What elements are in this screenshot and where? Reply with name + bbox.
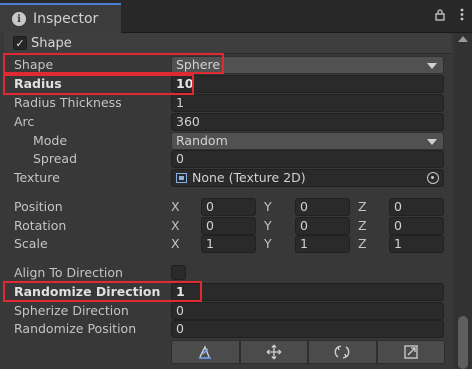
position-y-input[interactable]: 0: [295, 198, 350, 216]
rotation-z-label: Z: [358, 218, 367, 233]
row-texture: Texture None (Texture 2D): [0, 169, 454, 188]
kebab-menu-icon[interactable]: [460, 8, 464, 25]
scale-button[interactable]: [376, 340, 445, 364]
shape-module-title: Shape: [31, 35, 72, 51]
info-icon: i: [12, 12, 26, 26]
scale-z-label: Z: [358, 236, 367, 251]
scale-y-input[interactable]: 1: [295, 235, 350, 253]
scale-label: Scale: [14, 236, 48, 251]
radius-thickness-input[interactable]: 1: [171, 94, 444, 112]
randomize-position-input[interactable]: 0: [171, 320, 444, 338]
radius-thickness-value: 1: [176, 95, 184, 110]
shape-value: Sphere: [176, 57, 221, 72]
shape-module-checkbox[interactable]: ✓: [13, 36, 27, 50]
row-shape: Shape Sphere: [0, 56, 454, 75]
move-icon: [266, 344, 282, 360]
randomize-direction-input[interactable]: 1: [171, 283, 444, 301]
spread-input[interactable]: 0: [171, 150, 444, 168]
scale-y-label: Y: [264, 236, 272, 251]
texture-label: Texture: [14, 170, 60, 185]
position-y-label: Y: [264, 199, 272, 214]
position-z-label: Z: [358, 199, 367, 214]
tab-title: Inspector: [33, 11, 99, 27]
chevron-down-icon: [427, 139, 437, 145]
shape-gizmo-toolbar: [171, 340, 445, 364]
scale-x-label: X: [171, 236, 180, 251]
randomize-position-value: 0: [176, 321, 184, 336]
scale-icon: [404, 345, 418, 359]
scrollbar-thumb[interactable]: [458, 316, 468, 369]
position-x-label: X: [171, 199, 180, 214]
row-spherize-direction: Spherize Direction 0: [0, 302, 454, 321]
tab-icons: [434, 8, 464, 25]
object-picker-icon[interactable]: [427, 172, 439, 184]
edit-shape-button[interactable]: [171, 340, 240, 364]
texture-icon: [176, 173, 187, 183]
arc-value: 360: [176, 114, 200, 129]
rotation-y-label: Y: [264, 218, 272, 233]
randomize-direction-value: 1: [176, 284, 185, 299]
align-to-direction-label: Align To Direction: [14, 265, 123, 280]
tab-bar: i Inspector: [0, 0, 472, 33]
scale-x-input[interactable]: 1: [201, 235, 256, 253]
row-radius: Radius 10: [0, 75, 454, 94]
row-align-to-direction: Align To Direction: [0, 264, 454, 283]
tab-inspector[interactable]: i Inspector: [0, 3, 121, 33]
radius-thickness-label: Radius Thickness: [14, 95, 122, 110]
radius-input[interactable]: 10: [171, 75, 444, 93]
row-randomize-direction: Randomize Direction 1: [0, 283, 454, 302]
position-x-input[interactable]: 0: [201, 198, 256, 216]
row-spread: Spread 0: [0, 150, 454, 169]
chevron-down-icon: [427, 63, 437, 69]
spread-value: 0: [176, 151, 184, 166]
vertical-scrollbar[interactable]: [454, 33, 472, 369]
scroll-up-icon[interactable]: [458, 36, 468, 42]
row-randomize-position: Randomize Position 0: [0, 320, 454, 339]
rotate-icon: [334, 345, 350, 359]
position-z-input[interactable]: 0: [389, 198, 444, 216]
row-mode: Mode Random: [0, 132, 454, 151]
shape-label: Shape: [14, 57, 54, 72]
spread-label: Spread: [33, 151, 78, 166]
arc-input[interactable]: 360: [171, 113, 444, 131]
rotation-x-label: X: [171, 218, 180, 233]
mode-label: Mode: [33, 133, 68, 148]
mode-dropdown[interactable]: Random: [171, 132, 444, 150]
rotation-label: Rotation: [14, 218, 67, 233]
row-position: Position X 0 Y 0 Z 0: [0, 198, 454, 217]
spherize-direction-input[interactable]: 0: [171, 302, 444, 320]
lock-icon[interactable]: [434, 8, 446, 25]
rotation-z-input[interactable]: 0: [389, 217, 444, 235]
rotation-x-input[interactable]: 0: [201, 217, 256, 235]
randomize-position-label: Randomize Position: [14, 321, 137, 336]
row-rotation: Rotation X 0 Y 0 Z 0: [0, 217, 454, 236]
radius-value: 10: [176, 76, 194, 91]
scale-z-input[interactable]: 1: [389, 235, 444, 253]
spherize-direction-value: 0: [176, 303, 184, 318]
spherize-direction-label: Spherize Direction: [14, 303, 129, 318]
row-scale: Scale X 1 Y 1 Z 1: [0, 235, 454, 254]
texture-value: None (Texture 2D): [192, 170, 306, 185]
texture-object-field[interactable]: None (Texture 2D): [171, 169, 444, 187]
row-arc: Arc 360: [0, 113, 454, 132]
radius-label: Radius: [14, 76, 62, 91]
shape-dropdown[interactable]: Sphere: [171, 56, 444, 74]
row-radius-thickness: Radius Thickness 1: [0, 94, 454, 113]
rotation-y-input[interactable]: 0: [295, 217, 350, 235]
position-label: Position: [14, 199, 63, 214]
shape-module-header[interactable]: ✓ Shape: [4, 33, 451, 54]
inspector-content: ✓ Shape Shape Sphere Radius 10 Radius Th…: [0, 33, 454, 369]
move-button[interactable]: [239, 340, 308, 364]
arc-label: Arc: [14, 114, 35, 129]
rotate-button[interactable]: [308, 340, 377, 364]
randomize-direction-label: Randomize Direction: [14, 284, 161, 299]
align-to-direction-checkbox[interactable]: [171, 265, 186, 280]
mode-value: Random: [176, 133, 228, 148]
edit-shape-icon: [199, 345, 212, 359]
